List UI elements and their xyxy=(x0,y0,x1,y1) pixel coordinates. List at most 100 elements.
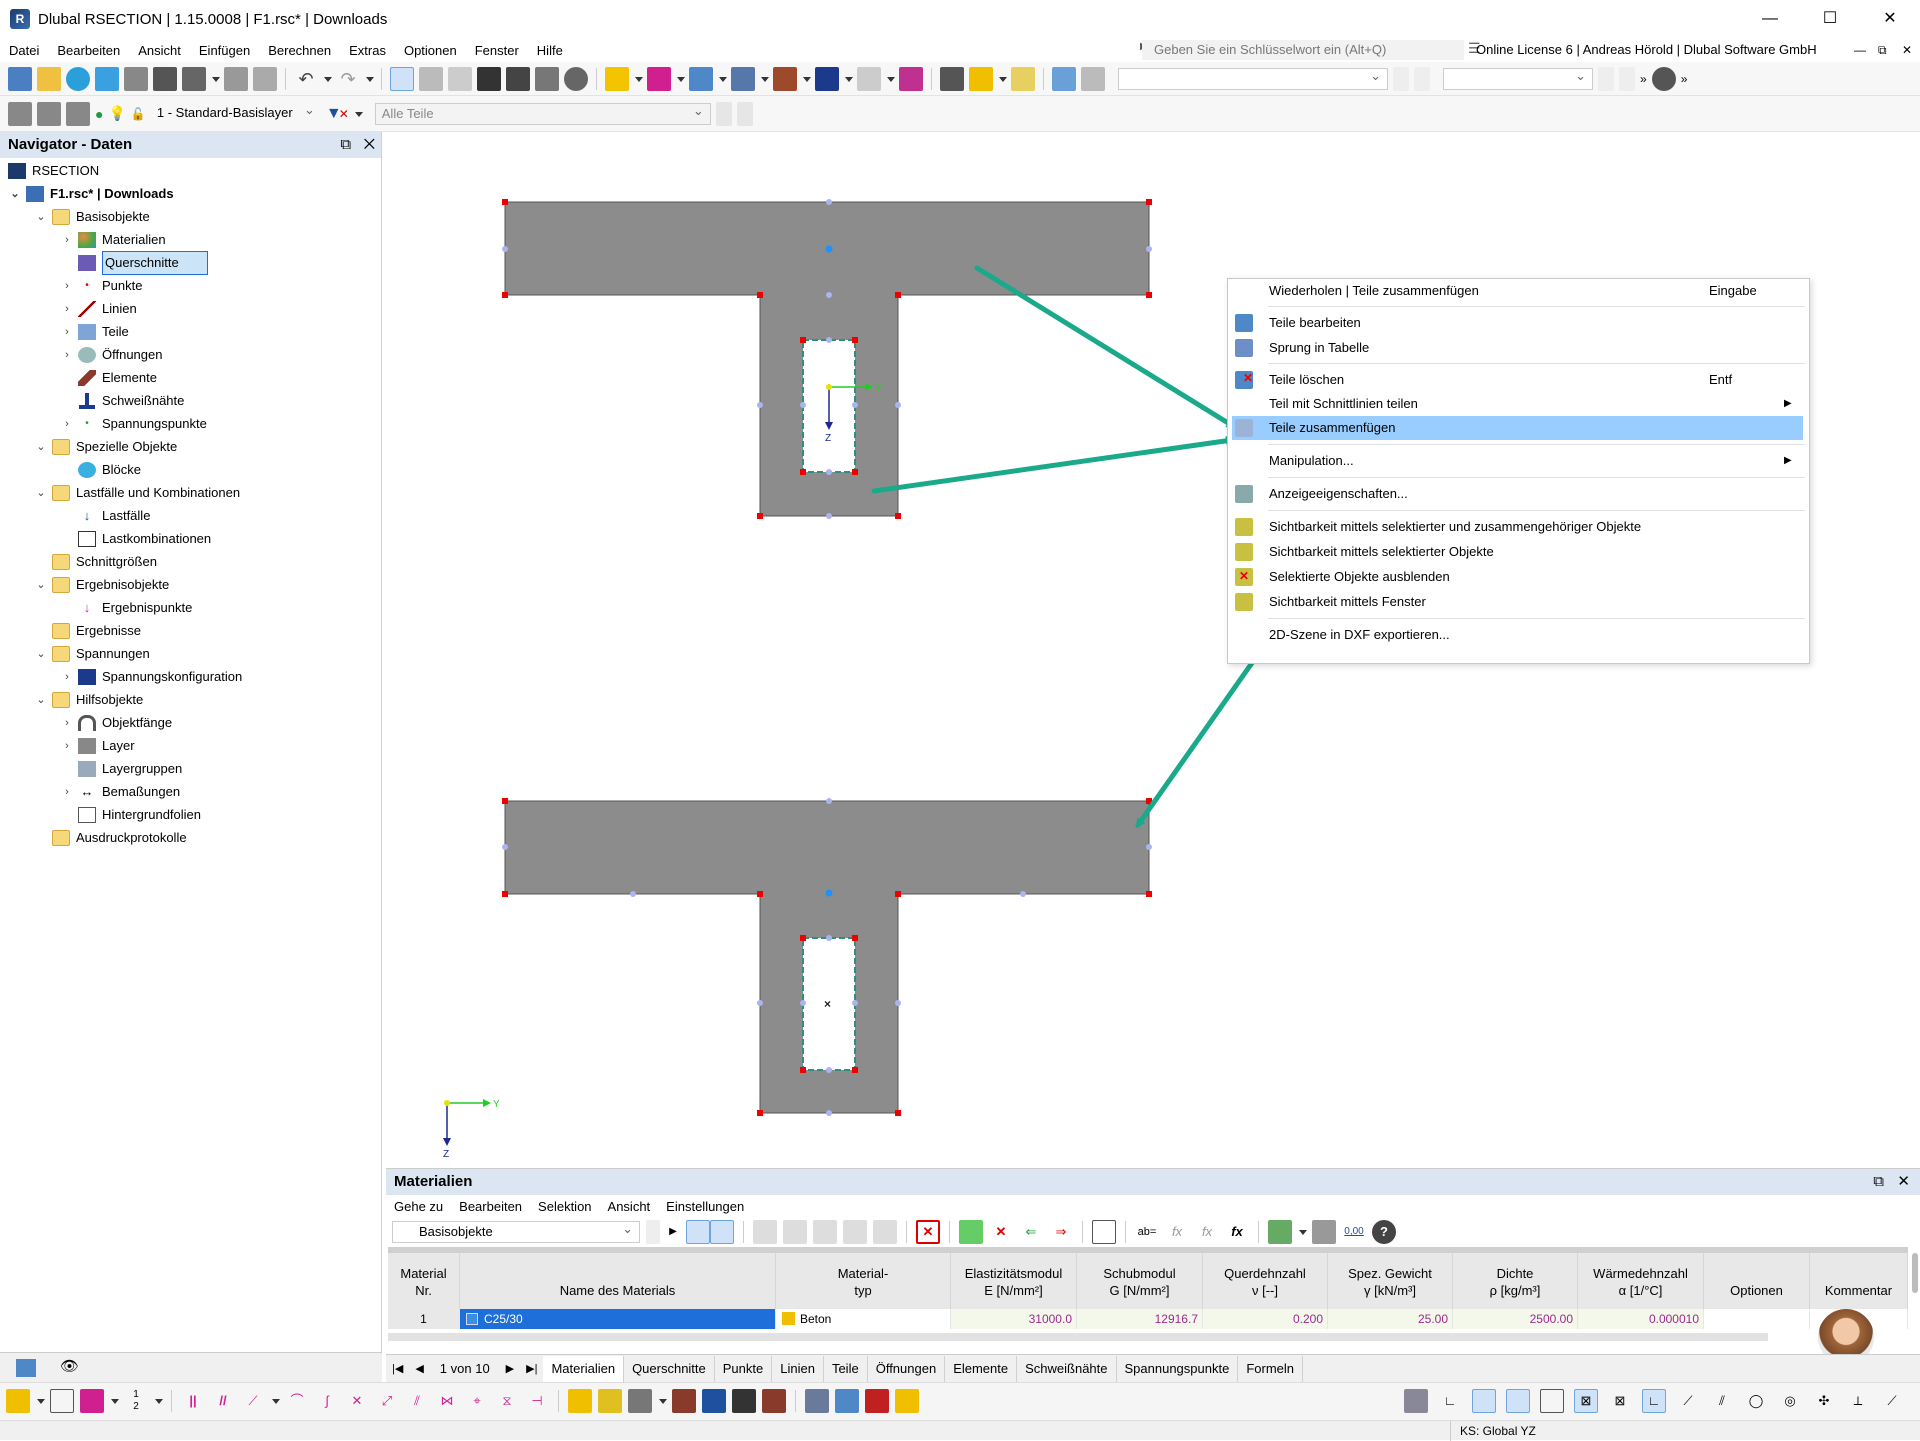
maximize-button[interactable]: ☐ xyxy=(1800,0,1860,38)
web-service-icon[interactable] xyxy=(95,66,119,91)
numbering-dropdown-icon[interactable] xyxy=(154,1389,163,1413)
tree-item-querschnitte[interactable]: Querschnitte xyxy=(60,251,208,275)
graphics-canvas[interactable]: Y Z × Y Z Wiederholen | Teile zusammenfü… xyxy=(383,132,1920,1164)
chevron-right-icon[interactable]: › xyxy=(60,229,74,251)
tab-materialien[interactable]: Materialien xyxy=(543,1355,625,1382)
layer-stack-icon[interactable] xyxy=(8,101,32,126)
prev-page-icon[interactable]: ◀ xyxy=(409,1362,429,1375)
materials-menu-edit[interactable]: Bearbeiten xyxy=(459,1199,522,1214)
chevron-right-icon[interactable]: › xyxy=(60,298,74,320)
tab-querschnitte[interactable]: Querschnitte xyxy=(624,1355,715,1382)
snap-2-icon[interactable] xyxy=(598,1389,622,1413)
tree-item-punkte[interactable]: › • Punkte xyxy=(60,275,142,297)
chevron-right-icon[interactable]: › xyxy=(60,781,74,803)
materials-menu-settings[interactable]: Einstellungen xyxy=(666,1199,744,1214)
status-tangent-icon[interactable]: ⟋ xyxy=(1880,1389,1904,1413)
rename-icon[interactable]: ab= xyxy=(1135,1220,1159,1244)
status-frame-icon[interactable] xyxy=(1540,1389,1564,1413)
part-tool-icon[interactable] xyxy=(835,1389,859,1413)
layer-select[interactable]: 1 - Standard-Basislayer xyxy=(151,100,321,125)
undo-icon[interactable]: ↶ xyxy=(294,67,318,91)
insert-row-icon[interactable] xyxy=(783,1220,807,1244)
layer-active-icon[interactable]: 💡 xyxy=(108,105,125,122)
chevron-down-icon[interactable]: ⌄ xyxy=(34,574,48,596)
print-dropdown-icon[interactable] xyxy=(211,67,220,91)
inclined-line-icon[interactable]: // xyxy=(211,1389,235,1413)
menu-item-merge-parts[interactable]: Teile zusammenfügen xyxy=(1232,416,1803,440)
menu-datei[interactable]: Datei xyxy=(0,43,48,58)
tree-item-schnittgroessen[interactable]: Schnittgrößen xyxy=(34,551,157,573)
export-dropdown-icon[interactable] xyxy=(1298,1220,1307,1244)
tree-item-objektfaenge[interactable]: › Objektfänge xyxy=(60,712,172,734)
more-tools-2-icon[interactable]: » xyxy=(1681,72,1688,86)
chevron-down-icon[interactable]: ⌄ xyxy=(34,482,48,504)
tree-item-ausdruckprotokolle[interactable]: Ausdruckprotokolle xyxy=(34,827,187,849)
split-line-icon[interactable]: ⊣ xyxy=(525,1389,549,1413)
tab-schweissnaehte[interactable]: Schweißnähte xyxy=(1017,1355,1117,1382)
globe-icon[interactable] xyxy=(564,66,588,91)
chevron-down-icon[interactable]: ⌄ xyxy=(34,643,48,665)
tab-teile[interactable]: Teile xyxy=(824,1355,868,1382)
new-point-dropdown-icon[interactable] xyxy=(634,67,643,91)
chevron-right-icon[interactable]: › xyxy=(60,275,74,297)
section-dropdown-icon[interactable] xyxy=(886,67,895,91)
tab-linien[interactable]: Linien xyxy=(772,1355,824,1382)
new-line-icon[interactable] xyxy=(647,66,671,91)
element-3-icon[interactable] xyxy=(762,1389,786,1413)
polyline-dropdown-icon[interactable] xyxy=(271,1389,280,1413)
print-table-icon[interactable] xyxy=(1312,1220,1336,1244)
cross-line-icon[interactable]: ✕ xyxy=(345,1389,369,1413)
status-circle-icon[interactable]: ◎ xyxy=(1778,1389,1802,1413)
polyline-icon[interactable]: ⟋ xyxy=(241,1389,265,1413)
materials-filter-select[interactable]: Basisobjekte xyxy=(392,1219,640,1243)
layer-visible-icon[interactable]: ● xyxy=(95,106,103,122)
pick-in-graphic-icon[interactable] xyxy=(710,1220,734,1244)
minimize-button[interactable]: — xyxy=(1740,0,1800,38)
tree-item-schweissnaehte[interactable]: Schweißnähte xyxy=(60,390,184,412)
filter-clear-icon[interactable]: ✕ xyxy=(339,107,349,121)
move-right-icon[interactable]: ⇒ xyxy=(1049,1220,1073,1244)
menu-optionen[interactable]: Optionen xyxy=(395,43,466,58)
parallel-line-icon[interactable]: ⫽ xyxy=(405,1389,429,1413)
tree-item-oeffnungen[interactable]: › Öffnungen xyxy=(60,344,162,366)
tree-item-bloecke[interactable]: Blöcke xyxy=(60,459,141,481)
new-weld-dropdown-icon[interactable] xyxy=(844,67,853,91)
chevron-right-icon[interactable]: › xyxy=(60,344,74,366)
loadcase-combo[interactable] xyxy=(1118,66,1388,90)
add-row-icon[interactable] xyxy=(813,1220,837,1244)
menu-item-visibility-related[interactable]: Sichtbarkeit mittels selektierter und zu… xyxy=(1228,515,1811,539)
remove-row-icon[interactable] xyxy=(843,1220,867,1244)
window-icon[interactable] xyxy=(1092,1220,1116,1244)
chevron-right-icon[interactable]: › xyxy=(60,735,74,757)
mdi-restore-button[interactable]: ⧉ xyxy=(1878,38,1887,62)
section-merge-icon[interactable] xyxy=(805,1389,829,1413)
layer-manager-icon[interactable] xyxy=(66,101,90,126)
tree-item-lastfaelle[interactable]: ↓ Lastfälle xyxy=(60,505,151,527)
layer-lock-icon[interactable]: 🔓 xyxy=(131,107,146,121)
materials-close-icon[interactable]: ✕ xyxy=(1897,1169,1910,1195)
dimension-dropdown-icon[interactable] xyxy=(998,67,1007,91)
chevron-down-icon[interactable]: ⌄ xyxy=(8,183,22,205)
redo-icon[interactable]: ↷ xyxy=(336,67,360,91)
next-part-icon[interactable] xyxy=(736,101,753,126)
part-delete-icon[interactable] xyxy=(865,1389,889,1413)
select-in-graphic-icon[interactable] xyxy=(686,1220,710,1244)
grid-icon[interactable] xyxy=(50,1389,74,1413)
cell-nu[interactable]: 0.200 xyxy=(1203,1309,1328,1329)
mdi-close-button[interactable]: ✕ xyxy=(1902,38,1912,62)
redo-dropdown-icon[interactable] xyxy=(365,67,374,91)
navigator-float-icon[interactable]: ⧉ xyxy=(340,136,351,153)
delete-rows-icon[interactable]: ✕ xyxy=(989,1220,1013,1244)
undo-dropdown-icon[interactable] xyxy=(323,67,332,91)
filter-dropdown-icon[interactable] xyxy=(354,102,363,126)
tree-item-lastkombinationen[interactable]: Lastkombinationen xyxy=(60,528,211,550)
menu-item-jump-table[interactable]: Sprung in Tabelle xyxy=(1228,336,1811,360)
move-icon[interactable] xyxy=(628,1389,652,1413)
panel-icon[interactable] xyxy=(448,66,472,91)
navigator-close-icon[interactable]: ✕ xyxy=(364,136,375,153)
text-icon[interactable] xyxy=(1011,66,1035,91)
tree-item-ergebnisse[interactable]: Ergebnisse xyxy=(34,620,141,642)
tree-item-bemassungen[interactable]: › ↔ Bemaßungen xyxy=(60,781,180,803)
cell-gamma[interactable]: 25.00 xyxy=(1328,1309,1453,1329)
t-section-upper[interactable]: Y Z xyxy=(502,199,1152,519)
